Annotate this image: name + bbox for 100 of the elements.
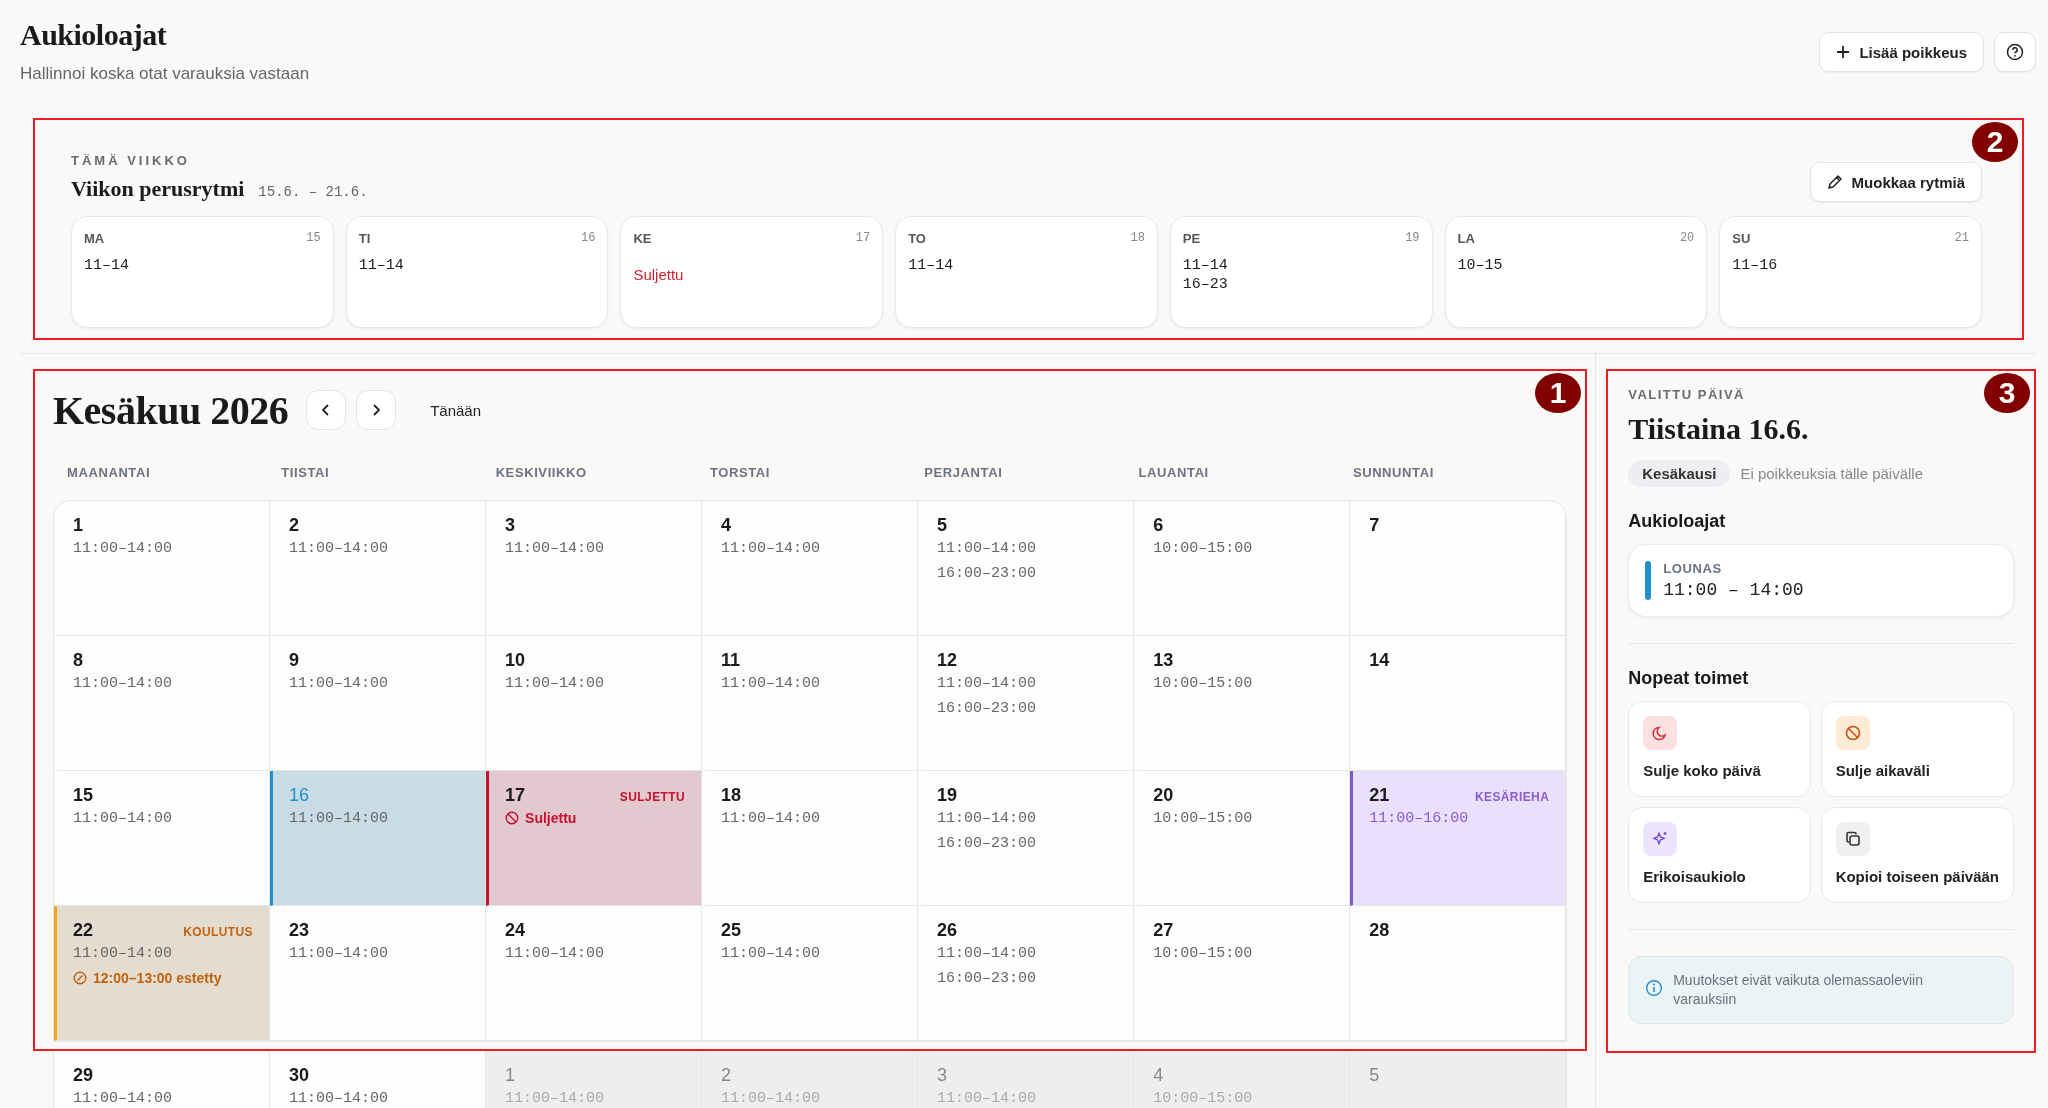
- calendar-day[interactable]: 11 11:00–14:00: [702, 636, 919, 771]
- quick-action-button[interactable]: Erikoisaukiolo: [1628, 807, 1811, 903]
- weekday-card[interactable]: SU 21 11–16: [1719, 216, 1982, 328]
- day-number: 19: [937, 785, 958, 806]
- section-eyebrow: TÄMÄ VIIKKO: [71, 153, 190, 168]
- day-hours: 11:00–14:00: [73, 944, 174, 964]
- calendar-day[interactable]: 28: [1350, 906, 1567, 1041]
- day-number: 29: [73, 1065, 94, 1086]
- day-number: 18: [721, 785, 742, 806]
- weekday-hours: Suljettu: [633, 266, 685, 283]
- weekday-header: LAUANTAI: [1138, 465, 1210, 480]
- calendar-day[interactable]: 3 11:00–14:00: [486, 501, 703, 636]
- day-number: 12: [937, 650, 958, 671]
- weekday-header: TORSTAI: [709, 465, 771, 480]
- previous-month-button[interactable]: [306, 390, 347, 430]
- calendar-day[interactable]: 17 SULJETTU Suljettu: [486, 771, 703, 906]
- calendar-day[interactable]: 19 11:00–14:00 16:00–23:00: [918, 771, 1135, 906]
- moon-icon: [1643, 716, 1678, 750]
- day-number: 5: [937, 515, 948, 536]
- calendar-day[interactable]: 24 11:00–14:00: [486, 906, 703, 1041]
- day-hours: 11:00–14:00: [937, 1089, 1038, 1108]
- weekday-date: 17: [855, 231, 871, 246]
- day-hours: 11:00–14:00: [505, 944, 606, 964]
- calendar-day[interactable]: 25 11:00–14:00: [702, 906, 919, 1041]
- today-button[interactable]: Tänään: [424, 400, 488, 420]
- day-number: 14: [1369, 650, 1390, 671]
- calendar-day[interactable]: 7: [1350, 501, 1567, 636]
- weekday-card[interactable]: LA 20 10–15: [1444, 216, 1708, 328]
- calendar-day[interactable]: 23 11:00–14:00: [270, 906, 487, 1041]
- weekday-card[interactable]: TO 18 11–14: [895, 216, 1158, 328]
- calendar-day[interactable]: 8 11:00–14:00: [54, 636, 270, 771]
- weekday-date: 16: [581, 231, 596, 246]
- day-number: 1: [505, 1065, 516, 1086]
- day-number: 26: [937, 920, 958, 941]
- weekday-card[interactable]: KE 17 Suljettu: [620, 216, 884, 328]
- calendar-day[interactable]: 12 11:00–14:00 16:00–23:00: [918, 636, 1135, 771]
- calendar-day[interactable]: 26 11:00–14:00 16:00–23:00: [918, 906, 1135, 1041]
- calendar-day[interactable]: 16 11:00–14:00: [270, 771, 487, 906]
- day-hours: 11:00–14:00: [289, 809, 390, 829]
- calendar-day[interactable]: 1 11:00–14:00: [54, 501, 270, 636]
- weekday-date: 21: [1954, 231, 1969, 246]
- pencil-icon: [1826, 174, 1843, 190]
- day-hours: 10:00–15:00: [1153, 539, 1254, 559]
- day-hours: 11:00–14:00: [721, 1089, 822, 1108]
- calendar-day[interactable]: 2 11:00–14:00: [270, 501, 487, 636]
- day-number: 23: [289, 920, 310, 941]
- calendar-day[interactable]: 4 11:00–14:00: [702, 501, 919, 636]
- quick-action-button[interactable]: Kopioi toiseen päivään: [1820, 807, 2014, 903]
- next-month-button[interactable]: [356, 390, 397, 430]
- day-number: 2: [289, 515, 300, 536]
- season-chip: Kesäkausi: [1628, 460, 1731, 487]
- day-hours: 11:00–14:00: [721, 809, 822, 829]
- day-number: 6: [1153, 515, 1164, 536]
- day-number: 3: [505, 515, 516, 536]
- weekday-hours: 16–23: [1182, 275, 1229, 294]
- calendar-day[interactable]: 5 11:00–14:00 16:00–23:00: [918, 501, 1135, 636]
- weekday-card[interactable]: MA 15 11–14: [71, 216, 334, 328]
- weekday-abbr: PE: [1182, 231, 1201, 246]
- section-eyebrow: VALITTU PÄIVÄ: [1628, 387, 1745, 402]
- calendar-day[interactable]: 18 11:00–14:00: [702, 771, 919, 906]
- day-hours: 11:00–14:00: [937, 539, 1038, 559]
- day-number: 22: [73, 920, 94, 941]
- page-subtitle: Hallinnoi koska otat varauksia vastaan: [20, 64, 310, 84]
- calendar-day[interactable]: 22 KOULUTUS 11:00–14:00 12:00–13:00 estetty: [54, 906, 270, 1041]
- weekday-header: PERJANTAI: [924, 465, 1004, 480]
- day-hours: 16:00–23:00: [937, 969, 1038, 989]
- day-hours: 11:00–16:00: [1369, 809, 1470, 829]
- quick-action-button[interactable]: Sulje koko päivä: [1628, 701, 1811, 797]
- edit-rhythm-button[interactable]: Muokkaa rytmiä: [1809, 162, 1982, 202]
- quick-actions-heading: Nopeat toimet: [1628, 668, 1750, 689]
- day-number: 11: [721, 650, 741, 671]
- calendar-day[interactable]: 21 KESÄRIEHA 11:00–16:00: [1350, 771, 1567, 906]
- help-button[interactable]: [1994, 32, 2036, 72]
- day-number: 10: [505, 650, 526, 671]
- weekday-abbr: SU: [1732, 231, 1751, 246]
- weekday-abbr: TI: [358, 231, 371, 246]
- calendar-day[interactable]: 29 11:00–14:00: [54, 1051, 270, 1108]
- sparkle-icon: [1643, 822, 1678, 856]
- weekday-card[interactable]: PE 19 11–14 16–23: [1169, 216, 1433, 328]
- day-number: 13: [1153, 650, 1174, 671]
- weekday-header: MAANANTAI: [67, 465, 152, 480]
- day-hours: 16:00–23:00: [937, 699, 1038, 719]
- add-exception-button[interactable]: Lisää poikkeus: [1819, 32, 1984, 72]
- day-number: 16: [289, 785, 310, 806]
- day-tag: KOULUTUS: [183, 925, 253, 939]
- weekday-card[interactable]: TI 16 11–14: [345, 216, 609, 328]
- calendar-day[interactable]: 27 10:00–15:00: [1134, 906, 1351, 1041]
- day-hours: 11:00–14:00: [73, 539, 174, 559]
- weekday-date: 18: [1130, 231, 1145, 246]
- quick-action-button[interactable]: Sulje aikaväli: [1820, 701, 2014, 797]
- annotation-badge: 3: [1984, 373, 2030, 413]
- calendar-day[interactable]: 6 10:00–15:00: [1134, 501, 1351, 636]
- day-number: 20: [1153, 785, 1174, 806]
- day-tag: SULJETTU: [619, 790, 686, 804]
- day-hours: 11:00–14:00: [73, 674, 174, 694]
- week-title: Viikon perusrytmi: [71, 176, 245, 202]
- ban-icon: [1835, 716, 1870, 750]
- slash-circle-icon: [73, 971, 87, 985]
- calendar-day[interactable]: 13 10:00–15:00: [1134, 636, 1351, 771]
- help-icon: [2006, 43, 2024, 61]
